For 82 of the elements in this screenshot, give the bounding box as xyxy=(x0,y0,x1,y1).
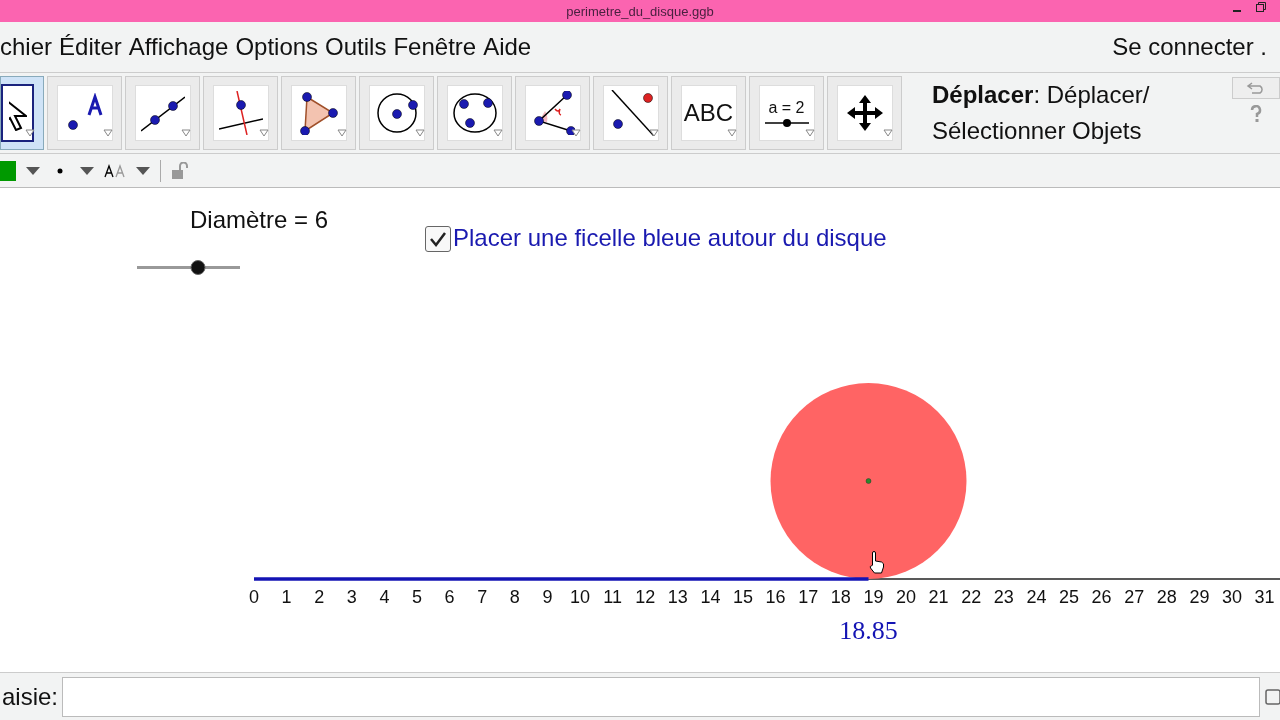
axis-tick-label: 15 xyxy=(733,587,753,607)
menu-item[interactable]: chier xyxy=(0,33,53,61)
unlocked-padlock-icon[interactable] xyxy=(171,161,189,180)
input-label: aisie: xyxy=(2,682,59,711)
axis-tick-label: 22 xyxy=(961,587,982,607)
axis-tick-label: 27 xyxy=(1124,587,1145,607)
restore-icon[interactable] xyxy=(1256,2,1266,12)
axis-tick-label: 6 xyxy=(444,587,455,607)
color-swatch[interactable] xyxy=(0,160,16,181)
keyboard-icon[interactable] xyxy=(1264,687,1280,706)
sign-in-link[interactable]: Se connecter . xyxy=(1112,33,1267,61)
tool-button[interactable] xyxy=(0,76,44,150)
menu-item[interactable]: Aide xyxy=(483,33,532,61)
tool-button[interactable] xyxy=(827,76,902,150)
checkbox[interactable] xyxy=(425,226,451,252)
window-title: perimetre_du_disque.ggb xyxy=(566,3,714,19)
dropdown-triangle-icon[interactable] xyxy=(571,129,581,137)
tool-button[interactable]: ABC xyxy=(671,76,746,150)
axis-tick-label: 18 xyxy=(830,587,851,607)
dropdown-triangle-icon[interactable] xyxy=(649,129,659,137)
axis-tick-label: 21 xyxy=(928,587,949,607)
axis-tick-label: 19 xyxy=(863,587,884,607)
axis-tick-label: 5 xyxy=(412,587,422,607)
undo-arrow-icon xyxy=(1246,82,1266,94)
axis-tick-label: 2 xyxy=(314,587,325,607)
axis-tick-label: 1 xyxy=(281,587,292,607)
tool-button[interactable] xyxy=(203,76,278,150)
axis-tick-label: 8 xyxy=(509,587,520,607)
axis-tick-label: 17 xyxy=(798,587,819,607)
tool-button[interactable] xyxy=(359,76,434,150)
tool-button[interactable] xyxy=(515,76,590,150)
axis-tick-label: 13 xyxy=(667,587,688,607)
axis-tick-label: 7 xyxy=(477,587,488,607)
input-field[interactable] xyxy=(62,676,1260,717)
caret-icon[interactable] xyxy=(136,166,150,175)
menu-item[interactable]: Options xyxy=(235,33,319,61)
slider-icon xyxy=(764,119,809,127)
text-size-icon[interactable] xyxy=(104,163,126,178)
circle-icon xyxy=(374,91,419,135)
caret-icon[interactable] xyxy=(80,166,94,175)
axis-tick-label: 28 xyxy=(1156,587,1177,607)
axis-tick-label: 24 xyxy=(1026,587,1047,607)
axis-tick-label: 0 xyxy=(249,587,259,607)
caret-icon[interactable] xyxy=(26,166,40,175)
axis-tick-label: 30 xyxy=(1222,587,1242,607)
perimeter-value: 18.85 xyxy=(839,616,898,645)
tool-help-text: Déplacer: Déplacer/ Sélectionner Objets xyxy=(932,80,1151,146)
tool-button[interactable] xyxy=(437,76,512,150)
tool-button[interactable] xyxy=(125,76,200,150)
axis-tick-label: 26 xyxy=(1091,587,1112,607)
axis-tick-label: 20 xyxy=(896,587,916,607)
tool-button[interactable] xyxy=(593,76,668,150)
menu-item[interactable]: Éditer xyxy=(59,33,122,61)
axis-tick-label: 11 xyxy=(603,587,622,607)
dropdown-triangle-icon[interactable] xyxy=(25,129,35,137)
line-icon xyxy=(140,93,185,133)
menu-item[interactable]: Outils xyxy=(325,33,387,61)
help-icon[interactable] xyxy=(1250,105,1262,123)
hand-cursor-icon xyxy=(869,551,885,574)
tool-button[interactable] xyxy=(281,76,356,150)
axis-tick-label: 16 xyxy=(765,587,786,607)
ellipse-icon xyxy=(451,91,498,135)
axis-tick-label: 12 xyxy=(635,587,656,607)
axis-tick-label: 4 xyxy=(379,587,390,607)
axis-tick-label: 29 xyxy=(1189,587,1210,607)
menu-item[interactable]: Affichage xyxy=(128,33,229,61)
axis-tick-label: 23 xyxy=(993,587,1014,607)
menu-item[interactable]: Fenêtre xyxy=(393,33,477,61)
slider-label: Diamètre = 6 xyxy=(190,206,329,234)
checkmark-icon xyxy=(429,231,447,247)
axis-tick-label: 3 xyxy=(346,587,357,607)
perpendicular-line-icon xyxy=(218,91,263,135)
axis-tick-label: 10 xyxy=(570,587,590,607)
axis-tick-label: 9 xyxy=(542,587,553,607)
axis-tick-label: 25 xyxy=(1059,587,1079,607)
checkbox-label: Placer une ficelle bleue autour du disque xyxy=(453,224,887,252)
center-point xyxy=(865,478,872,484)
tool-button[interactable] xyxy=(47,76,122,150)
axis-tick-label: 14 xyxy=(700,587,721,607)
axis-tick-label: 31 xyxy=(1254,587,1275,607)
tool-button[interactable]: a = 2 xyxy=(749,76,824,150)
slider-thumb[interactable] xyxy=(190,260,206,275)
